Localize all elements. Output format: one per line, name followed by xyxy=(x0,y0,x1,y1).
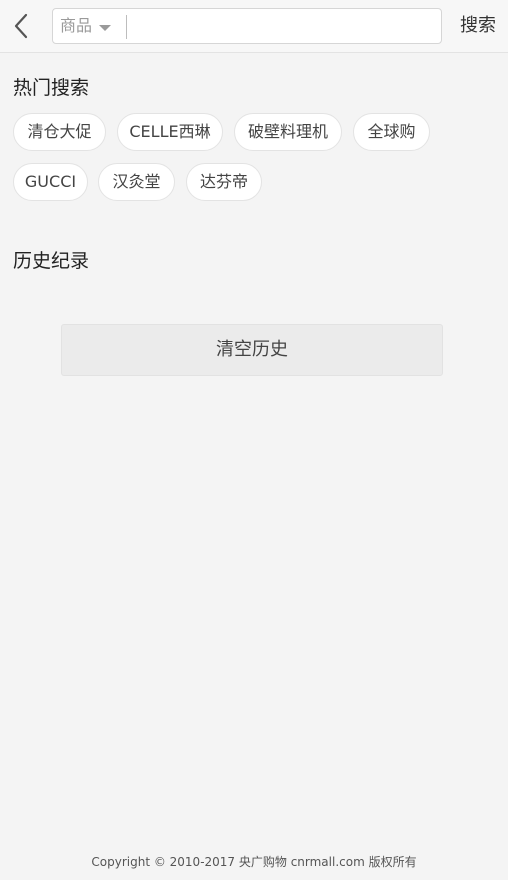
hot-search-tag[interactable]: 全球购 xyxy=(353,113,430,151)
hot-search-tag[interactable]: 破壁料理机 xyxy=(234,113,342,151)
search-button[interactable]: 搜索 xyxy=(452,8,504,44)
hot-search-title: 热门搜索 xyxy=(13,77,90,99)
category-select[interactable]: 商品 xyxy=(53,9,125,43)
back-button[interactable] xyxy=(8,10,36,42)
category-label: 商品 xyxy=(60,16,93,35)
hot-search-tag[interactable]: GUCCI xyxy=(13,163,88,201)
search-box: 商品 xyxy=(52,8,442,44)
hot-search-tag[interactable]: 汉灸堂 xyxy=(98,163,175,201)
footer-copyright: Copyright © 2010-2017 央广购物 cnrmall.com 版… xyxy=(91,855,417,869)
search-input[interactable] xyxy=(131,13,431,39)
chevron-left-icon xyxy=(14,13,28,39)
hot-search-tag[interactable]: 达芬帝 xyxy=(186,163,262,201)
search-divider xyxy=(126,15,127,39)
history-title: 历史纪录 xyxy=(13,250,90,272)
top-bar: 商品 搜索 xyxy=(0,0,508,53)
hot-search-tag[interactable]: CELLE西琳 xyxy=(117,113,223,151)
hot-search-tag[interactable]: 清仓大促 xyxy=(13,113,106,151)
clear-history-button[interactable]: 清空历史 xyxy=(61,324,443,376)
caret-down-icon xyxy=(99,25,111,31)
